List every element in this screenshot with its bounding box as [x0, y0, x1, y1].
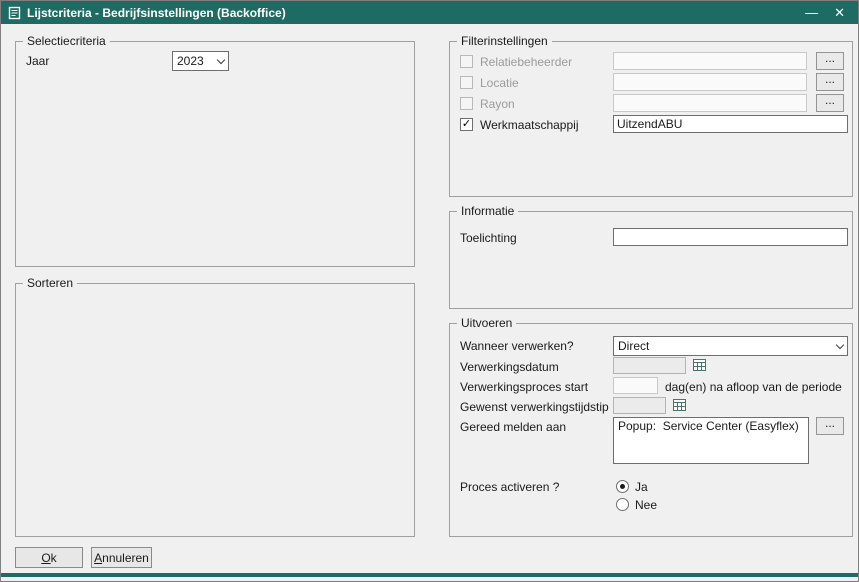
filter-label-relatiebeheerder: Relatiebeheerder [480, 55, 572, 69]
annuleren-button-label: Annuleren [94, 551, 149, 565]
group-sorteren: Sorteren [15, 283, 415, 537]
chevron-down-icon [217, 56, 225, 64]
toelichting-input[interactable] [613, 228, 848, 246]
ellipsis-button-relatiebeheerder[interactable]: ... [816, 52, 844, 70]
wanneer-verwerken-value: Direct [618, 339, 649, 353]
proces-activeren-label: Proces activeren ? [460, 480, 559, 494]
filter-input-locatie [613, 73, 807, 91]
group-sorteren-legend: Sorteren [23, 276, 77, 290]
group-selectiecriteria: Selectiecriteria Jaar 2023 [15, 41, 415, 267]
filter-label-rayon: Rayon [480, 97, 515, 111]
group-informatie: Informatie Toelichting [449, 211, 853, 309]
verwerkingsproces-start-suffix: dag(en) na afloop van de periode [665, 380, 842, 394]
gewenst-verwerkingstijdstip-input [613, 397, 666, 414]
checkbox-locatie[interactable] [460, 76, 473, 89]
verwerkingsproces-start-label: Verwerkingsproces start [460, 380, 588, 394]
filter-input-relatiebeheerder [613, 52, 807, 70]
jaar-label: Jaar [26, 54, 49, 68]
dialog-window: Lijstcriteria - Bedrijfsinstellingen (Ba… [0, 0, 859, 582]
ok-button-label: Ok [41, 551, 56, 565]
wanneer-verwerken-label: Wanneer verwerken? [460, 339, 574, 353]
verwerkingsproces-start-input[interactable] [613, 377, 658, 394]
filter-input-rayon [613, 94, 807, 112]
calendar-icon[interactable] [672, 397, 687, 417]
checkbox-werkmaatschappij[interactable]: ✓ [460, 118, 473, 131]
gereed-melden-label: Gereed melden aan [460, 420, 566, 434]
filter-label-locatie: Locatie [480, 76, 519, 90]
ellipsis-button-rayon[interactable]: ... [816, 94, 844, 112]
annuleren-button[interactable]: Annuleren [91, 547, 152, 568]
verwerkingsdatum-input [613, 357, 686, 374]
group-filterinstellingen: Filterinstellingen Relatiebeheerder ... … [449, 41, 853, 197]
chevron-down-icon [836, 341, 844, 349]
group-selectiecriteria-legend: Selectiecriteria [23, 34, 110, 48]
jaar-dropdown-value: 2023 [177, 54, 204, 68]
group-uitvoeren-legend: Uitvoeren [457, 316, 516, 330]
toelichting-label: Toelichting [460, 231, 517, 245]
verwerkingsdatum-label: Verwerkingsdatum [460, 360, 559, 374]
group-filterinstellingen-legend: Filterinstellingen [457, 34, 552, 48]
gereed-melden-listbox[interactable]: Popup: Service Center (Easyflex) [613, 417, 809, 464]
group-informatie-legend: Informatie [457, 204, 518, 218]
app-icon [8, 6, 21, 20]
calendar-icon[interactable] [692, 357, 707, 377]
list-item[interactable]: Popup: Service Center (Easyflex) [614, 418, 808, 434]
radio-nee-label: Nee [635, 498, 657, 512]
bottom-accent-bar [1, 573, 858, 577]
filter-label-werkmaatschappij: Werkmaatschappij [480, 118, 578, 132]
jaar-dropdown[interactable]: 2023 [172, 51, 229, 71]
ellipsis-button-gereed-melden[interactable]: ... [816, 417, 844, 435]
window-title: Lijstcriteria - Bedrijfsinstellingen (Ba… [27, 6, 286, 20]
checkbox-relatiebeheerder[interactable] [460, 55, 473, 68]
radio-ja[interactable] [616, 480, 629, 493]
minimize-button[interactable]: — [805, 6, 818, 19]
checkbox-rayon[interactable] [460, 97, 473, 110]
wanneer-verwerken-dropdown[interactable]: Direct [613, 336, 848, 356]
titlebar: Lijstcriteria - Bedrijfsinstellingen (Ba… [1, 1, 858, 24]
close-button[interactable]: ✕ [834, 6, 845, 19]
ok-button[interactable]: Ok [15, 547, 83, 568]
gewenst-verwerkingstijdstip-label: Gewenst verwerkingstijdstip [460, 400, 609, 414]
ellipsis-button-locatie[interactable]: ... [816, 73, 844, 91]
radio-nee[interactable] [616, 498, 629, 511]
group-uitvoeren: Uitvoeren Wanneer verwerken? Direct Verw… [449, 323, 853, 537]
radio-ja-label: Ja [635, 480, 648, 494]
filter-input-werkmaatschappij[interactable] [613, 115, 848, 133]
